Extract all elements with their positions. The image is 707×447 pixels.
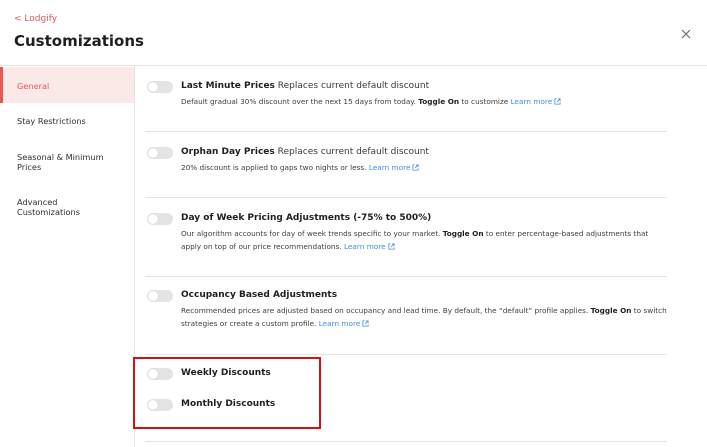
sidebar-item-label: Stay Restrictions bbox=[17, 116, 86, 126]
header: < Lodgify Customizations bbox=[0, 0, 707, 66]
monthly-discounts-toggle[interactable] bbox=[147, 399, 173, 411]
external-link-icon bbox=[362, 319, 369, 327]
page-title: Customizations bbox=[14, 32, 144, 50]
learn-more-link[interactable]: Learn more bbox=[369, 163, 411, 172]
external-link-icon bbox=[554, 98, 561, 105]
setting-description: Default gradual 30% discount over the ne… bbox=[181, 96, 667, 109]
setting-title: Day of Week Pricing Adjustments (-75% to… bbox=[181, 213, 432, 223]
learn-more-link[interactable]: Learn more bbox=[344, 242, 386, 251]
weekly-discounts-toggle[interactable] bbox=[147, 368, 173, 380]
learn-more-link[interactable]: Learn more bbox=[511, 97, 553, 106]
sidebar-item-general[interactable]: General bbox=[0, 67, 134, 103]
setting-occupancy-based-adjustments: Occupancy Based Adjustments Recommended … bbox=[145, 277, 667, 355]
occupancy-adjustments-toggle[interactable] bbox=[147, 290, 173, 302]
last-minute-prices-toggle[interactable] bbox=[147, 81, 173, 93]
external-link-icon bbox=[412, 164, 419, 171]
setting-last-minute-prices: Last Minute Prices Replaces current defa… bbox=[145, 66, 667, 132]
setting-orphan-day-prices: Orphan Day Prices Replaces current defau… bbox=[145, 132, 667, 198]
weekly-discounts-label: Weekly Discounts bbox=[181, 368, 271, 378]
sidebar-item-stay-restrictions[interactable]: Stay Restrictions bbox=[0, 116, 134, 126]
setting-description: Recommended prices are adjusted based on… bbox=[181, 306, 667, 328]
back-link-lodgify[interactable]: < Lodgify bbox=[14, 14, 57, 24]
setting-title: Orphan Day Prices Replaces current defau… bbox=[181, 147, 429, 157]
sidebar-item-label: Seasonal & Minimum Prices bbox=[17, 152, 104, 172]
sidebar-item-advanced-customizations[interactable]: Advanced Customizations bbox=[0, 197, 110, 217]
divider bbox=[145, 441, 667, 442]
orphan-day-prices-toggle[interactable] bbox=[147, 147, 173, 159]
setting-title: Last Minute Prices Replaces current defa… bbox=[181, 81, 430, 91]
setting-description: Our algorithm accounts for day of week t… bbox=[181, 229, 649, 251]
setting-description: 20% discount is applied to gaps two nigh… bbox=[181, 162, 667, 175]
setting-day-of-week-pricing: Day of Week Pricing Adjustments (-75% to… bbox=[145, 198, 667, 277]
sidebar: General Stay Restrictions Seasonal & Min… bbox=[0, 66, 135, 447]
learn-more-link[interactable]: Learn more bbox=[319, 319, 361, 328]
sidebar-item-seasonal-minimum-prices[interactable]: Seasonal & Minimum Prices bbox=[0, 152, 110, 172]
sidebar-item-label: Advanced Customizations bbox=[17, 197, 80, 217]
external-link-icon bbox=[388, 242, 395, 250]
setting-title: Occupancy Based Adjustments bbox=[181, 290, 338, 300]
settings-panel: Last Minute Prices Replaces current defa… bbox=[135, 66, 707, 447]
day-of-week-pricing-toggle[interactable] bbox=[147, 213, 173, 225]
monthly-discounts-label: Monthly Discounts bbox=[181, 399, 276, 409]
close-icon[interactable] bbox=[679, 26, 693, 40]
sidebar-item-label: General bbox=[17, 81, 50, 91]
